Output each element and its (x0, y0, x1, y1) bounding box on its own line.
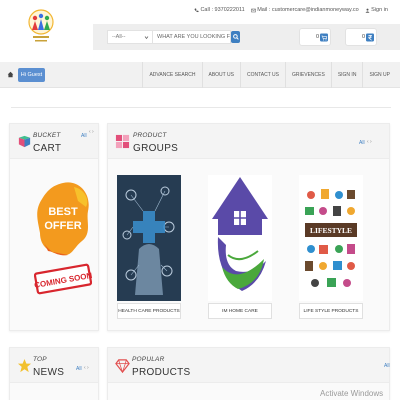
bucket-cart-panel: BUCKET CART All ‹ › BEST OFFER COMING SO… (9, 123, 99, 331)
grid-icon (115, 134, 130, 149)
news-carousel-arrows[interactable]: ‹ › (84, 365, 89, 371)
news-all-link[interactable]: All (76, 366, 82, 372)
product-card-life-style[interactable]: LIFESTYLE LIFE STYLE PRODUCTS (299, 175, 363, 319)
phone-contact[interactable]: Call : 9370222011 (194, 7, 245, 13)
activate-windows-watermark: Activate Windows (320, 389, 384, 398)
user-icon (365, 8, 370, 13)
diamond-icon (115, 359, 130, 373)
bucket-big-title: CART (33, 143, 62, 154)
nav-links: ADVANCE SEARCH ABOUT US CONTACT US GRIEV… (142, 62, 396, 88)
popular-small-title: POPULAR (132, 356, 165, 363)
bucket-all-link[interactable]: All (81, 133, 87, 139)
search-button[interactable] (231, 31, 240, 43)
section-divider (11, 107, 391, 108)
home-icon[interactable] (7, 71, 14, 78)
search-icon (232, 34, 239, 40)
life-style-image: LIFESTYLE (299, 175, 363, 301)
groups-carousel-arrows[interactable]: ‹ › (367, 139, 372, 145)
category-select[interactable]: --All-- (107, 30, 153, 44)
lifestyle-sign-text: LIFESTYLE (310, 226, 352, 235)
news-small-title: TOP (33, 356, 47, 363)
groups-big-title: GROUPS (133, 143, 179, 154)
bucket-cart-header: BUCKET CART All ‹ › (10, 124, 98, 159)
mail-text: Mail : customercare@indianmoneyway.co (257, 7, 359, 13)
product-groups-header: PRODUCT GROUPS All ‹ › (108, 124, 389, 159)
star-icon (17, 358, 32, 373)
phone-text: Call : 9370222011 (200, 7, 245, 13)
nav-sign-up[interactable]: SIGN UP (362, 62, 396, 88)
nav-contact-us[interactable]: CONTACT US (239, 62, 285, 88)
cart-widget[interactable]: 0 (299, 28, 331, 46)
search-input[interactable]: WHAT ARE YOU LOOKING FOR? (153, 30, 231, 44)
promo-line2: OFFER (44, 220, 81, 232)
mail-icon (250, 8, 256, 12)
search-bar: --All-- WHAT ARE YOU LOOKING FOR? 0 0 (93, 24, 400, 50)
popular-big-title: PRODUCTS (132, 367, 191, 378)
best-offer-promo: BEST OFFER COMING SOON (34, 182, 92, 295)
health-care-image (117, 175, 181, 301)
news-big-title: NEWS (33, 367, 65, 378)
signin-text: Sign in (371, 7, 388, 13)
popular-products-header: POPULAR PRODUCTS All (108, 348, 390, 383)
groups-all-link[interactable]: All (359, 140, 365, 146)
phone-icon (194, 8, 199, 12)
mail-contact[interactable]: Mail : customercare@indianmoneyway.co (250, 7, 359, 13)
product-card-home-care[interactable]: IM HOME CARE (208, 175, 272, 319)
top-news-header: TOP NEWS All ‹ › (10, 348, 98, 383)
nav-about-us[interactable]: ABOUT US (201, 62, 240, 88)
nav-grievences[interactable]: GRIEVENCES (285, 62, 331, 88)
main-nav: Hi Guest ADVANCE SEARCH ABOUT US CONTACT… (0, 62, 400, 88)
cart-icon (320, 33, 328, 42)
bucket-icon (18, 135, 31, 148)
bucket-small-title: BUCKET (33, 132, 61, 139)
signin-link[interactable]: Sign in (365, 7, 388, 13)
home-care-label: IM HOME CARE (208, 303, 272, 319)
life-style-label: LIFE STYLE PRODUCTS (299, 303, 363, 319)
health-care-label: HEALTH CARE PRODUCTS (117, 303, 181, 319)
nav-sign-in[interactable]: SIGN IN (330, 62, 363, 88)
wishlist-widget[interactable]: 0 (345, 28, 377, 46)
top-news-panel: TOP NEWS All ‹ › (9, 347, 99, 400)
contact-strip: Call : 9370222011 Mail : customercare@in… (194, 7, 388, 13)
promo-line1: BEST (48, 206, 78, 218)
wishlist-count: 0 (361, 34, 365, 40)
hi-guest-badge[interactable]: Hi Guest (18, 68, 45, 82)
category-value: --All-- (112, 34, 126, 40)
popular-all-link[interactable]: All (384, 363, 390, 369)
product-card-health-care[interactable]: HEALTH CARE PRODUCTS (117, 175, 181, 319)
bucket-carousel-arrows[interactable]: ‹ › (89, 129, 94, 135)
chevron-down-icon (144, 36, 149, 40)
rupee-icon (366, 33, 374, 42)
groups-small-title: PRODUCT (133, 132, 167, 139)
nav-advance-search[interactable]: ADVANCE SEARCH (142, 62, 201, 88)
home-care-image (208, 175, 272, 301)
product-groups-panel: PRODUCT GROUPS All ‹ › HEALTH CARE PRODU… (107, 123, 390, 331)
site-logo[interactable] (27, 6, 55, 46)
cart-count: 0 (315, 34, 319, 40)
